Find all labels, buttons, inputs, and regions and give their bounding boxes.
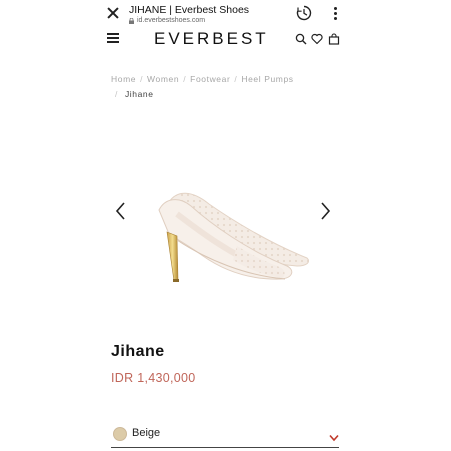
history-icon[interactable] [296,5,312,21]
page-title: JIHANE | Everbest Shoes [129,4,250,16]
breadcrumb-footwear[interactable]: Footwear [190,74,230,84]
url-row[interactable]: id.everbestshoes.com [129,17,205,24]
hamburger-menu-icon[interactable] [107,33,119,43]
product-name: Jihane [111,343,165,360]
wishlist-heart-icon[interactable] [311,32,323,45]
more-options-icon[interactable] [332,5,338,21]
close-icon[interactable] [105,5,121,21]
breadcrumb-current: Jihane [124,89,154,99]
product-price: IDR 1,430,000 [111,371,196,385]
browser-bar: JIHANE | Everbest Shoes id.everbestshoes… [99,0,351,30]
next-image-arrow-icon[interactable] [319,201,331,221]
breadcrumb-heel-pumps[interactable]: Heel Pumps [241,74,293,84]
color-swatch [113,427,127,441]
breadcrumb: Home / Women / Footwear / Heel Pumps / Jihane [111,74,294,99]
shopping-bag-icon[interactable] [328,32,340,45]
breadcrumb-women[interactable]: Women [147,74,179,84]
url-text: id.everbestshoes.com [137,17,206,24]
lock-icon [129,17,134,24]
mobile-viewport: JIHANE | Everbest Shoes id.everbestshoes… [99,0,351,451]
search-icon[interactable] [295,32,307,45]
previous-image-arrow-icon[interactable] [115,201,127,221]
breadcrumb-home[interactable]: Home [111,74,136,84]
color-select[interactable]: Beige [111,424,339,448]
color-label: Beige [132,427,161,439]
site-header: EVERBEST [99,28,351,50]
chevron-down-icon [329,429,339,442]
product-image[interactable] [137,180,317,300]
brand-logo[interactable]: EVERBEST [154,29,269,49]
